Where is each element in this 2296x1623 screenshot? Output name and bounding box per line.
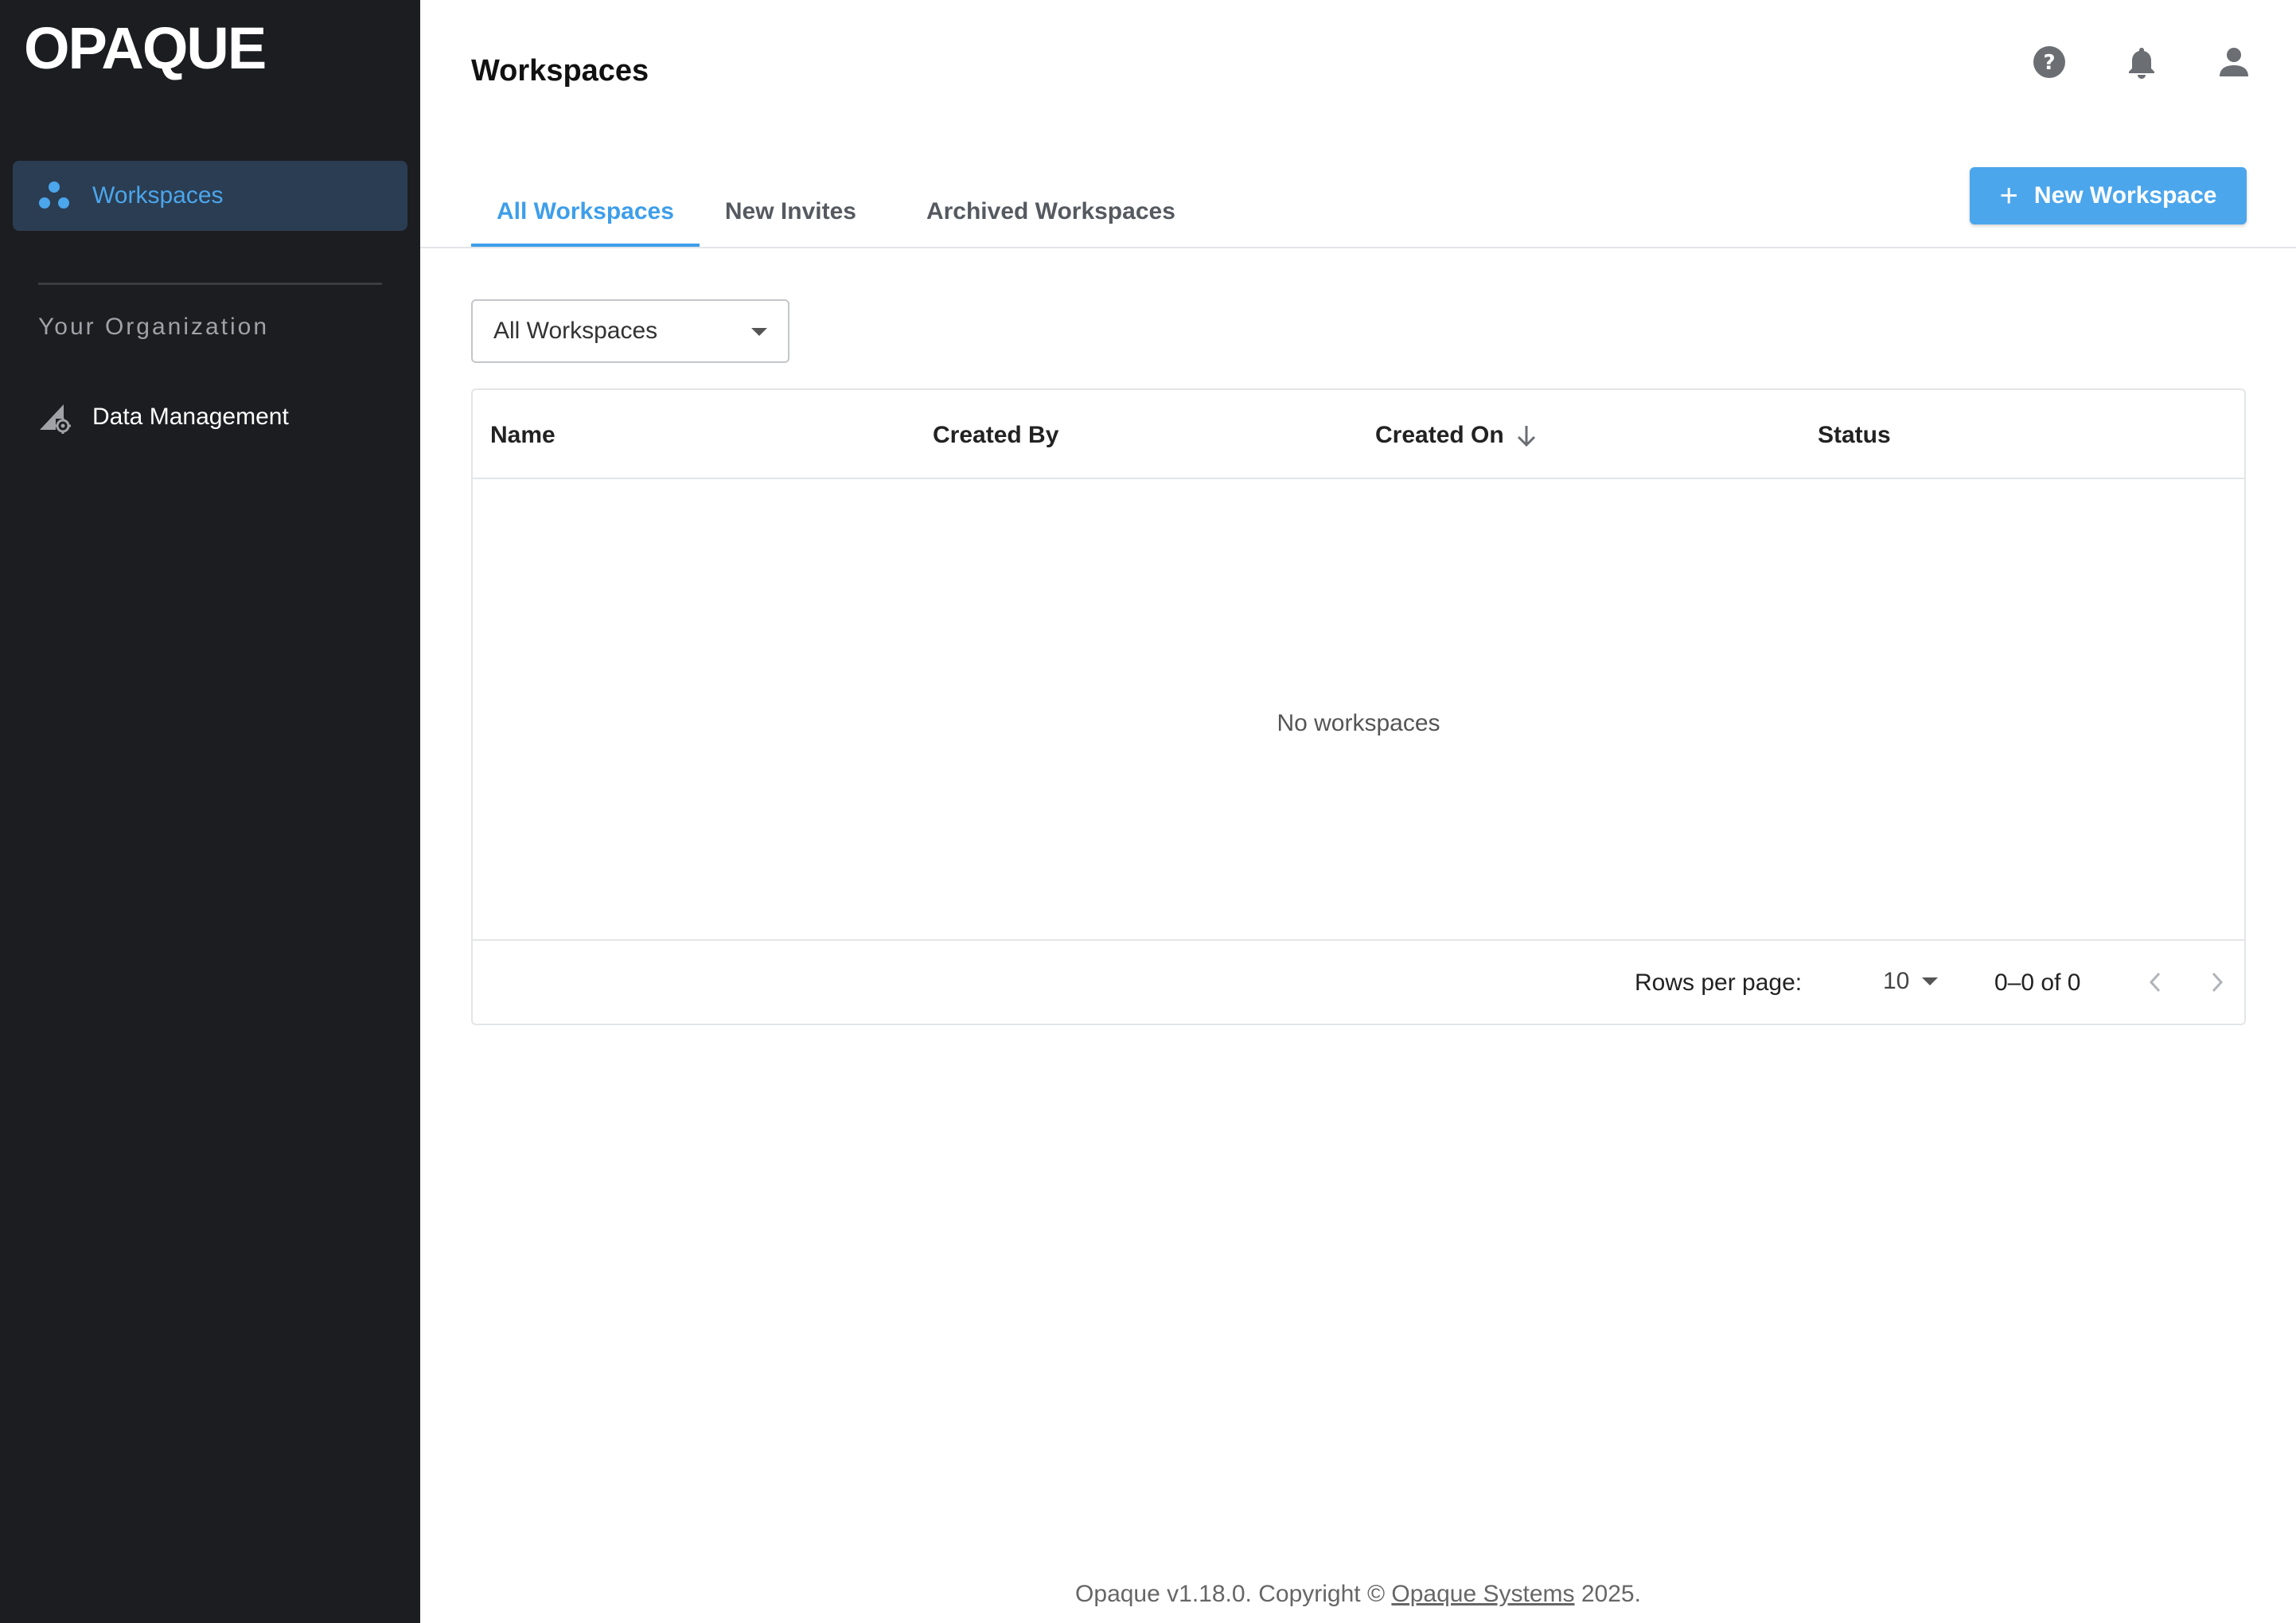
empty-state-message: No workspaces (1277, 710, 1440, 736)
new-workspace-label: New Workspace (2033, 182, 2217, 209)
new-workspace-button[interactable]: + New Workspace (1970, 167, 2247, 224)
footer-prefix: Opaque v1.18.0. Copyright © (1075, 1581, 1386, 1607)
sort-descending-icon (1515, 423, 1538, 448)
table-pagination: Rows per page: 10 0–0 of 0 (473, 939, 2244, 1024)
sidebar: OPAQUE Workspaces Your Organization Data… (0, 0, 420, 1623)
column-header-status[interactable]: Status (1818, 422, 1891, 449)
previous-page-button[interactable] (2139, 965, 2171, 1000)
next-page-button[interactable] (2201, 965, 2233, 1000)
workspaces-icon (37, 178, 72, 213)
chevron-left-icon (2149, 972, 2161, 993)
app: OPAQUE Workspaces Your Organization Data… (0, 0, 2296, 1623)
tab-archived-workspaces[interactable]: Archived Workspaces (901, 177, 1201, 247)
rows-per-page-select[interactable]: 10 (1883, 968, 1939, 995)
notifications-icon[interactable] (2123, 43, 2161, 81)
table-header: Name Created By Created On Status (473, 390, 2244, 479)
chevron-down-icon (751, 328, 767, 336)
footer-suffix: 2025. (1581, 1581, 1641, 1607)
main-content: Workspaces ? All Workspaces New Invites … (420, 0, 2296, 1623)
workspaces-table: Name Created By Created On Status No wor… (471, 388, 2246, 1025)
column-header-created-on[interactable]: Created On (1375, 422, 1538, 449)
tabs-divider (420, 247, 2296, 248)
help-icon[interactable]: ? (2030, 43, 2068, 81)
section-title: Your Organization (38, 314, 270, 340)
opaque-logo[interactable]: OPAQUE (24, 14, 267, 82)
filter-select-value: All Workspaces (493, 318, 658, 344)
chevron-down-icon (1922, 977, 1939, 985)
rows-per-page-value: 10 (1883, 968, 1910, 994)
sidebar-item-workspaces[interactable]: Workspaces (13, 161, 407, 231)
header-icons: ? (2030, 43, 2253, 81)
sidebar-item-label: Workspaces (92, 182, 224, 209)
opaque-systems-link[interactable]: Opaque Systems (1391, 1581, 1574, 1607)
tab-all-workspaces[interactable]: All Workspaces (471, 177, 700, 247)
sidebar-divider (38, 283, 382, 285)
page-footer: Opaque v1.18.0. Copyright © Opaque Syste… (420, 1581, 2296, 1608)
column-header-name[interactable]: Name (490, 422, 555, 449)
rows-per-page-label: Rows per page: (1635, 970, 1803, 996)
tab-new-invites[interactable]: New Invites (700, 177, 882, 247)
chevron-right-icon (2212, 972, 2224, 993)
account-icon[interactable] (2215, 43, 2253, 81)
plus-icon: + (1999, 178, 2018, 213)
workspace-filter-select[interactable]: All Workspaces (471, 299, 789, 363)
svg-text:?: ? (2043, 51, 2055, 75)
page-range: 0–0 of 0 (1994, 970, 2081, 996)
column-header-created-by[interactable]: Created By (933, 422, 1058, 449)
sidebar-item-label: Data Management (92, 404, 289, 430)
column-header-label: Created On (1375, 422, 1504, 448)
sidebar-item-data-management[interactable]: Data Management (13, 382, 407, 452)
data-management-icon (37, 400, 72, 435)
workspace-tabs: All Workspaces New Invites Archived Work… (471, 177, 1201, 247)
page-title: Workspaces (471, 54, 649, 88)
